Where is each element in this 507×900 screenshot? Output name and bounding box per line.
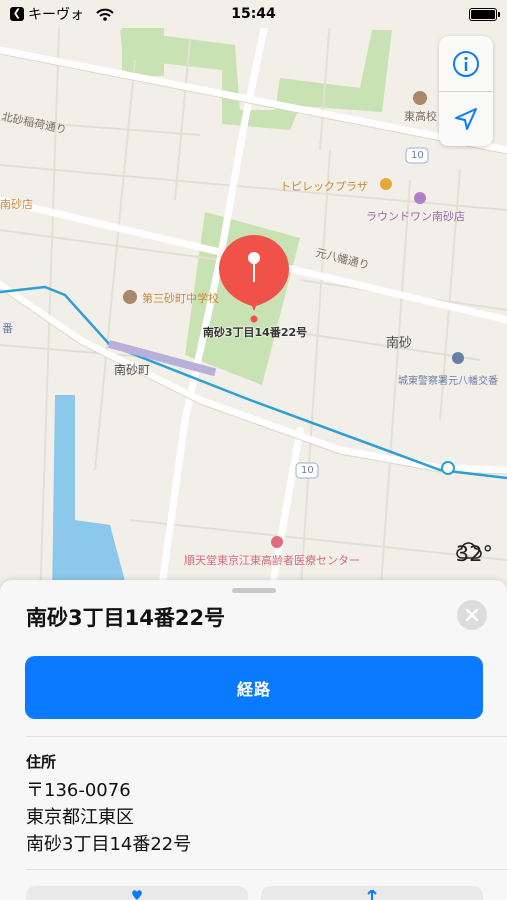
info-button[interactable] [439,36,493,91]
map-label-round-one: ラウンドワン南砂店 [366,210,465,223]
divider [26,869,507,870]
divider [26,736,507,737]
route-10-shield-top: 10 [411,150,424,161]
current-location-button[interactable] [439,91,493,146]
map-label-minamisuna: 南砂 [386,336,413,351]
address-postal-code: 〒136-0076 [26,780,131,801]
map-label-edge: 番 [2,322,13,335]
address-street: 南砂3丁目14番22号 [26,834,192,855]
address-heading: 住所 [26,753,57,771]
place-card-sheet: 南砂3丁目14番22号 経路 住所 〒136-0076 東京都江東区 南砂3丁目… [0,580,507,900]
back-app-label: キーヴォ [28,7,84,23]
weather-indicator: 32° [456,542,493,566]
map-label-tobiric-plaza: トピレックプラザ [280,180,368,193]
map-label-police-box: 城東警察署元八幡交番 [398,376,498,387]
close-button[interactable] [457,600,487,630]
map-label-school-3: 第三砂町中学校 [142,292,219,305]
info-icon [453,50,479,77]
share-button[interactable] [261,886,483,900]
back-chevron-icon: ❮ [10,7,24,21]
battery-icon [469,7,500,21]
map-label-minamisuna-station: 南砂町 [114,363,151,377]
address-city: 東京都江東区 [26,807,134,828]
wifi-icon [96,8,114,21]
location-arrow-icon [455,108,477,130]
route-10-shield-bottom: 10 [301,465,314,476]
clock: 15:44 [231,6,276,22]
map-controls [439,36,493,146]
map-label-minamisuna-store: 南砂店 [0,198,33,211]
close-icon [466,609,478,621]
map-label-higashi-school: 東高校 [404,110,437,123]
status-bar: ❮ キーヴォ 15:44 [0,0,507,28]
sheet-grabber[interactable] [232,588,276,593]
back-to-app[interactable]: ❮ キーヴォ [10,4,114,24]
cloud-icon [455,542,482,559]
map-view[interactable]: 北砂稲荷通り 東高校 10 トピレックプラザ ラウンドワン南砂店 南砂店 元八幡… [0,0,507,600]
directions-button[interactable]: 経路 [25,656,483,719]
pin-label: 南砂3丁目14番22号 [202,326,308,339]
favorite-button[interactable] [26,886,248,900]
location-pin[interactable] [218,233,290,323]
place-title: 南砂3丁目14番22号 [26,606,226,630]
map-label-juntendo: 順天堂東京江東高齢者医療センター [184,554,360,567]
share-icon [367,890,377,900]
heart-icon [132,890,142,900]
